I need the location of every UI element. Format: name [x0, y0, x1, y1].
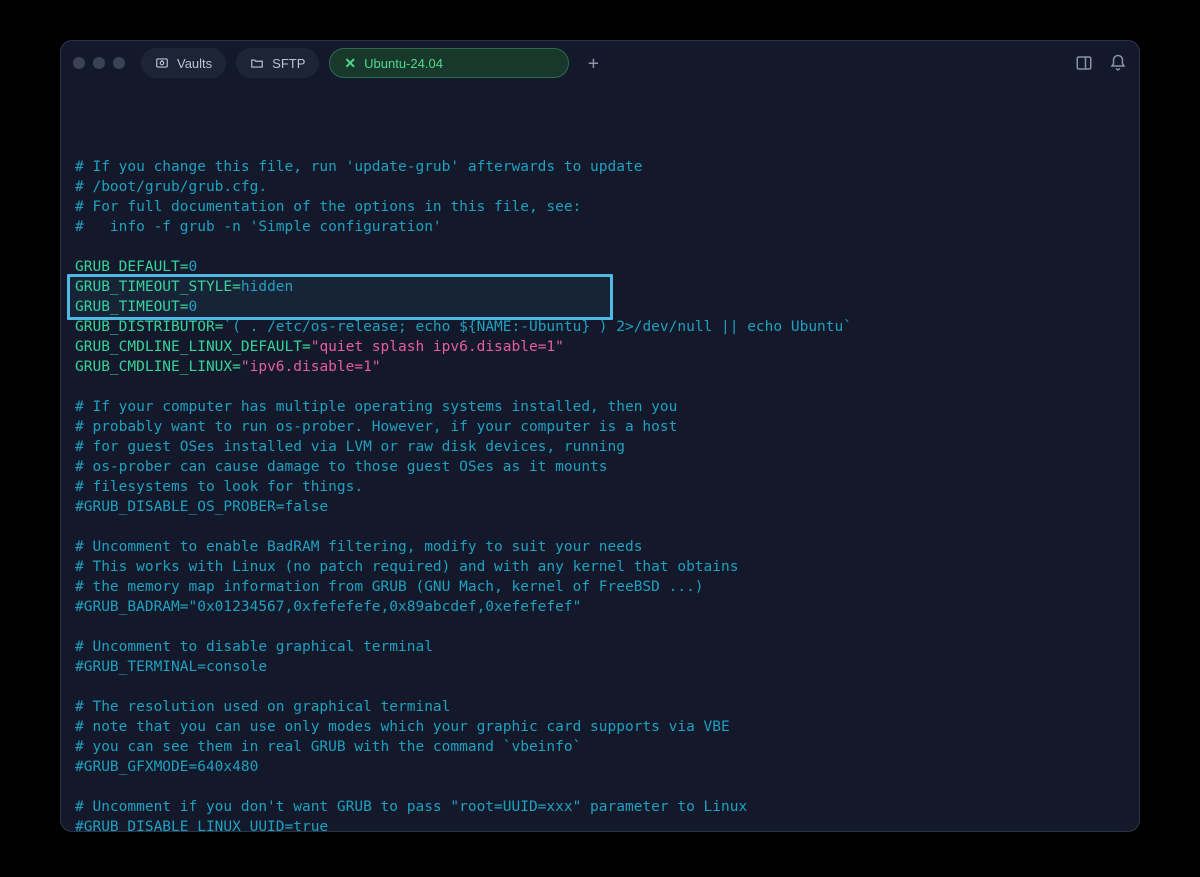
editor-line: GRUB_TIMEOUT=0: [75, 297, 1125, 317]
editor-viewport[interactable]: # If you change this file, run 'update-g…: [61, 85, 1139, 831]
editor-line: [75, 517, 1125, 537]
close-dot[interactable]: [73, 57, 85, 69]
tab-sftp-label: SFTP: [272, 56, 305, 71]
editor-line: # the memory map information from GRUB (…: [75, 577, 1125, 597]
editor-line: GRUB_CMDLINE_LINUX="ipv6.disable=1": [75, 357, 1125, 377]
editor-line: [75, 377, 1125, 397]
editor-line: GRUB_TIMEOUT_STYLE=hidden: [75, 277, 1125, 297]
editor-line: #GRUB_BADRAM="0x01234567,0xfefefefe,0x89…: [75, 597, 1125, 617]
close-tab-icon[interactable]: ✕: [344, 55, 356, 72]
editor-line: # probably want to run os-prober. Howeve…: [75, 417, 1125, 437]
editor-line: # If your computer has multiple operatin…: [75, 397, 1125, 417]
minimize-dot[interactable]: [93, 57, 105, 69]
editor-line: # note that you can use only modes which…: [75, 717, 1125, 737]
terminal-window: Vaults SFTP ✕ Ubuntu-24.04 + # If you ch…: [60, 40, 1140, 832]
tab-sftp[interactable]: SFTP: [236, 48, 319, 78]
editor-line: # os-prober can cause damage to those gu…: [75, 457, 1125, 477]
folder-icon: [250, 56, 264, 70]
editor-line: #GRUB_DISABLE_LINUX_UUID=true: [75, 817, 1125, 831]
new-tab-button[interactable]: +: [579, 49, 607, 77]
editor-line: # This works with Linux (no patch requir…: [75, 557, 1125, 577]
titlebar: Vaults SFTP ✕ Ubuntu-24.04 +: [61, 41, 1139, 85]
bell-icon[interactable]: [1109, 54, 1127, 72]
editor-line: # For full documentation of the options …: [75, 197, 1125, 217]
editor-line: [75, 677, 1125, 697]
editor-line: # for guest OSes installed via LVM or ra…: [75, 437, 1125, 457]
vault-icon: [155, 56, 169, 70]
editor-line: [75, 237, 1125, 257]
editor-line: # you can see them in real GRUB with the…: [75, 737, 1125, 757]
editor-line: # If you change this file, run 'update-g…: [75, 157, 1125, 177]
tab-active-label: Ubuntu-24.04: [364, 56, 443, 71]
panel-icon[interactable]: [1075, 54, 1093, 72]
zoom-dot[interactable]: [113, 57, 125, 69]
editor-line: #GRUB_GFXMODE=640x480: [75, 757, 1125, 777]
editor-line: # Uncomment to enable BadRAM filtering, …: [75, 537, 1125, 557]
editor-line: # Uncomment to disable graphical termina…: [75, 637, 1125, 657]
editor-line: #GRUB_TERMINAL=console: [75, 657, 1125, 677]
tab-vaults-label: Vaults: [177, 56, 212, 71]
editor-line: GRUB_DISTRIBUTOR=`( . /etc/os-release; e…: [75, 317, 1125, 337]
editor-line: # Uncomment if you don't want GRUB to pa…: [75, 797, 1125, 817]
editor-line: GRUB_DEFAULT=0: [75, 257, 1125, 277]
editor-line: GRUB_CMDLINE_LINUX_DEFAULT="quiet splash…: [75, 337, 1125, 357]
editor-line: [75, 617, 1125, 637]
titlebar-right: [1075, 54, 1127, 72]
tab-active[interactable]: ✕ Ubuntu-24.04: [329, 48, 569, 78]
editor-line: [75, 777, 1125, 797]
editor-line: # filesystems to look for things.: [75, 477, 1125, 497]
editor-line: # info -f grub -n 'Simple configuration': [75, 217, 1125, 237]
editor-line: #GRUB_DISABLE_OS_PROBER=false: [75, 497, 1125, 517]
editor-line: # /boot/grub/grub.cfg.: [75, 177, 1125, 197]
tab-vaults[interactable]: Vaults: [141, 48, 226, 78]
window-controls: [73, 57, 125, 69]
editor-line: # The resolution used on graphical termi…: [75, 697, 1125, 717]
